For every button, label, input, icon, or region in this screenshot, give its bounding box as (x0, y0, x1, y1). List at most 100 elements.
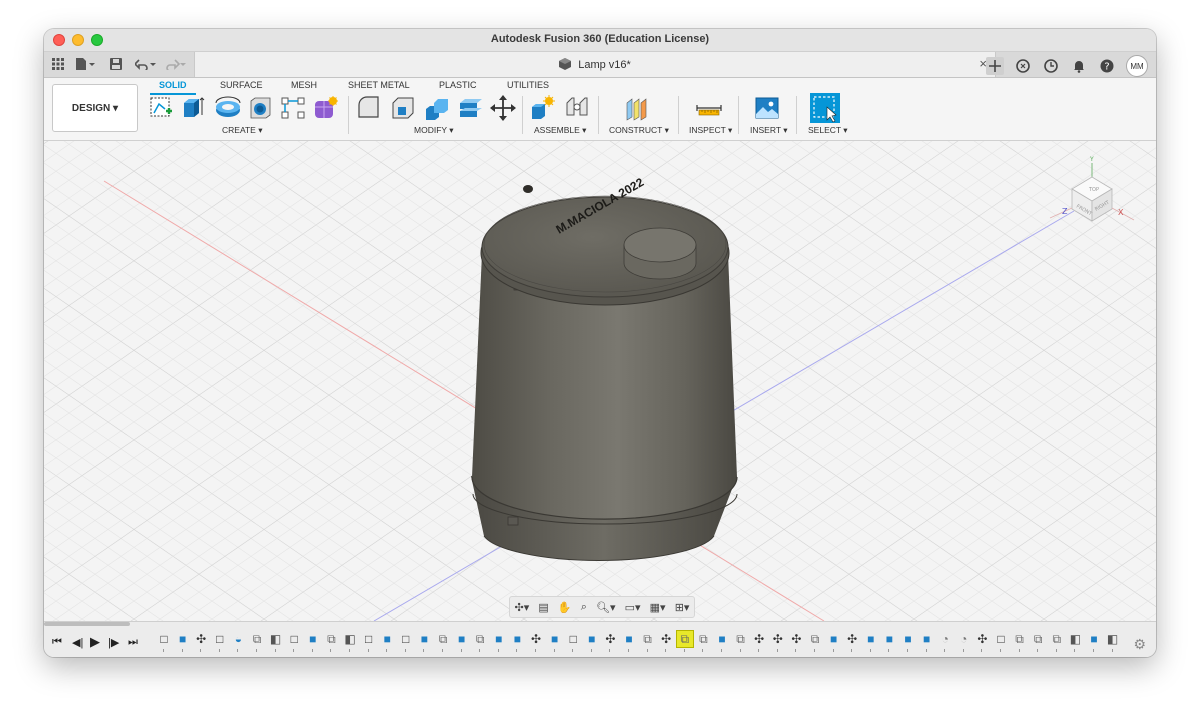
timeline-feature-joint-icon[interactable]: ⧉ (323, 631, 339, 647)
timeline-feature-sketch-icon[interactable]: □ (212, 631, 228, 647)
timeline-feature-sketch-icon[interactable]: □ (361, 631, 377, 647)
timeline-feature-extrude-icon[interactable]: ■ (175, 631, 191, 647)
timeline-feature-joint-icon[interactable]: ⧉ (695, 631, 711, 647)
tab-sheet-metal[interactable]: SHEET METAL (348, 80, 410, 90)
timeline-play-button[interactable]: ▶ (90, 634, 100, 650)
timeline-settings-gear-icon[interactable]: ⚙ (1133, 636, 1146, 653)
timeline-feature-extrude-icon[interactable]: ■ (881, 631, 897, 647)
timeline-feature-extrude-icon[interactable]: ■ (621, 631, 637, 647)
apps-grid-icon[interactable] (50, 56, 66, 72)
timeline-feature-sketch-icon[interactable]: □ (993, 631, 1009, 647)
timeline-feature-extrude-icon[interactable]: ■ (826, 631, 842, 647)
timeline-feature-joint-icon[interactable]: ⧉ (640, 631, 656, 647)
hole-icon[interactable] (248, 95, 274, 121)
insert-canvas-icon[interactable] (754, 95, 780, 121)
combine-icon[interactable] (424, 95, 450, 121)
select-tool-icon[interactable] (810, 93, 840, 123)
notifications-bell-icon[interactable] (1070, 57, 1088, 75)
viewports-icon[interactable]: ⊞▾ (675, 601, 690, 614)
timeline-scrollbar[interactable] (44, 622, 130, 626)
timeline-feature-extrude-icon[interactable]: ■ (509, 631, 525, 647)
timeline-feature-fillet-icon[interactable]: ◔ (937, 631, 953, 647)
timeline-feature-move-icon[interactable]: ✣ (770, 631, 786, 647)
zoom-window-icon[interactable]: 🔍︎▾ (596, 601, 616, 614)
timeline-feature-sketch-icon[interactable]: □ (398, 631, 414, 647)
insert-group-label[interactable]: INSERT ▾ (750, 125, 788, 136)
timeline-feature-extrude-icon[interactable]: ■ (714, 631, 730, 647)
create-form-icon[interactable] (312, 95, 338, 121)
timeline-feature-joint-icon[interactable]: ⧉ (807, 631, 823, 647)
timeline-feature-move-icon[interactable]: ✣ (602, 631, 618, 647)
timeline-feature-move-icon[interactable]: ✣ (844, 631, 860, 647)
timeline-feature-extrude-icon[interactable]: ■ (863, 631, 879, 647)
look-at-icon[interactable]: ▤ (538, 601, 548, 614)
timeline-next-button[interactable]: |▶ (108, 636, 119, 649)
move-copy-icon[interactable] (490, 95, 516, 121)
redo-icon[interactable] (164, 56, 188, 72)
scene-3d[interactable]: M.MACIOLA 2022 TOP FRONT RIGHT Z X Y (44, 141, 1156, 621)
create-sketch-icon[interactable] (148, 95, 174, 121)
measure-icon[interactable] (696, 95, 722, 121)
timeline-feature-joint-icon[interactable]: ⧉ (435, 631, 451, 647)
timeline-feature-extrude-icon[interactable]: ■ (454, 631, 470, 647)
fillet-icon[interactable] (390, 95, 416, 121)
timeline-feature-sketch-icon[interactable]: □ (565, 631, 581, 647)
timeline-feature-press-icon[interactable]: ◧ (1067, 631, 1083, 647)
tab-mesh[interactable]: MESH (291, 80, 317, 90)
undo-icon[interactable] (134, 56, 158, 72)
timeline-feature-press-icon[interactable]: ◧ (268, 631, 284, 647)
timeline-feature-extrude-icon[interactable]: ■ (547, 631, 563, 647)
timeline-prev-button[interactable]: ◀| (72, 636, 83, 649)
tab-utilities[interactable]: UTILITIES (507, 80, 549, 90)
timeline-feature-revolve-icon[interactable]: ◒ (230, 631, 246, 647)
timeline-feature-extrude-icon[interactable]: ■ (491, 631, 507, 647)
timeline-feature-move-icon[interactable]: ✣ (788, 631, 804, 647)
revolve-icon[interactable] (214, 95, 242, 121)
joint-icon[interactable] (564, 95, 590, 121)
new-component-icon[interactable] (530, 95, 556, 121)
zoom-fit-icon[interactable]: ⌕ (581, 601, 587, 614)
inspect-group-label[interactable]: INSPECT ▾ (689, 125, 732, 136)
help-icon[interactable]: ? (1098, 57, 1116, 75)
move-icon[interactable]: ✣▾ (515, 601, 530, 614)
save-icon[interactable] (108, 56, 124, 72)
timeline-feature-sketch-icon[interactable]: □ (156, 631, 172, 647)
timeline-feature-move-icon[interactable]: ✣ (658, 631, 674, 647)
timeline-last-button[interactable]: ⏭ (128, 636, 138, 649)
display-settings-icon[interactable]: ▭▾ (625, 601, 641, 614)
timeline-feature-extrude-icon[interactable]: ■ (379, 631, 395, 647)
timeline-feature-joint-icon[interactable]: ⧉ (675, 630, 694, 648)
timeline-feature-fillet-icon[interactable]: ◔ (956, 631, 972, 647)
timeline-feature-extrude-icon[interactable]: ■ (416, 631, 432, 647)
timeline-feature-extrude-icon[interactable]: ■ (305, 631, 321, 647)
select-group-label[interactable]: SELECT ▾ (808, 125, 848, 136)
timeline-feature-joint-icon[interactable]: ⧉ (1030, 631, 1046, 647)
new-tab-plus-icon[interactable] (986, 57, 1004, 75)
rectangular-pattern-icon[interactable] (280, 95, 306, 121)
tab-solid[interactable]: SOLID (159, 80, 187, 90)
timeline-feature-extrude-icon[interactable]: ■ (919, 631, 935, 647)
extensions-icon[interactable] (1014, 57, 1032, 75)
offset-plane-icon[interactable] (624, 95, 650, 121)
timeline-feature-move-icon[interactable]: ✣ (193, 631, 209, 647)
tab-plastic[interactable]: PLASTIC (439, 80, 477, 90)
timeline-feature-joint-icon[interactable]: ⧉ (733, 631, 749, 647)
lamp-body[interactable]: M.MACIOLA 2022 (471, 175, 738, 561)
workspace-switcher[interactable]: DESIGN ▾ (52, 84, 138, 132)
modify-group-label[interactable]: MODIFY ▾ (414, 125, 454, 136)
pan-icon[interactable]: ✋ (558, 601, 572, 614)
document-tab[interactable]: Lamp v16* × (194, 52, 996, 77)
grid-settings-icon[interactable]: ▦▾ (650, 601, 666, 614)
create-group-label[interactable]: CREATE ▾ (222, 125, 262, 136)
timeline-feature-joint-icon[interactable]: ⧉ (249, 631, 265, 647)
job-status-icon[interactable] (1042, 57, 1060, 75)
timeline-feature-sketch-icon[interactable]: □ (286, 631, 302, 647)
timeline-feature-joint-icon[interactable]: ⧉ (1049, 631, 1065, 647)
timeline-feature-move-icon[interactable]: ✣ (974, 631, 990, 647)
timeline-feature-extrude-icon[interactable]: ■ (900, 631, 916, 647)
construct-group-label[interactable]: CONSTRUCT ▾ (609, 125, 669, 136)
timeline-first-button[interactable]: ⏮ (52, 636, 62, 649)
press-pull-icon[interactable] (356, 95, 382, 121)
canvas-viewport[interactable]: M.MACIOLA 2022 TOP FRONT RIGHT Z X Y ✣▾ … (44, 141, 1156, 621)
timeline-feature-move-icon[interactable]: ✣ (528, 631, 544, 647)
